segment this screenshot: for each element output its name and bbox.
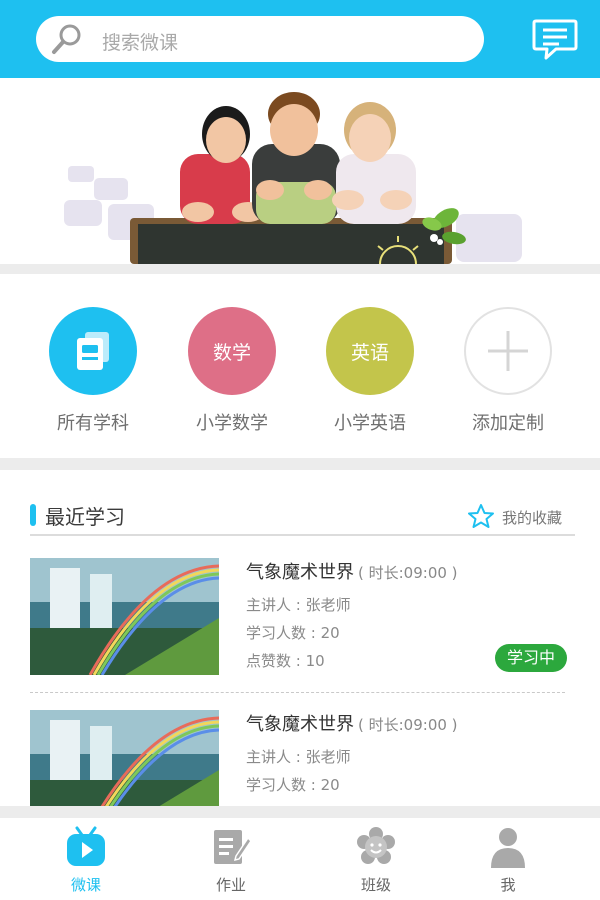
item-divider: [30, 692, 565, 693]
course-title: 气象魔术世界( 时长:09:00 ): [246, 710, 458, 736]
course-thumbnail: [30, 558, 219, 675]
category-label: 所有学科: [57, 413, 129, 434]
tab-label: 微课: [70, 876, 101, 894]
search-placeholder[interactable]: 搜索微课: [102, 28, 178, 55]
category-primary-english[interactable]: 英语 小学英语: [315, 307, 425, 435]
course-duration: ( 时长:09:00 ): [358, 716, 458, 734]
search-icon: [52, 24, 81, 54]
status-badge: 学习中: [495, 644, 567, 672]
course-learners: 学习人数 : 20: [246, 624, 340, 642]
user-icon: [491, 828, 525, 868]
course-teacher: 主讲人 : 张老师: [246, 596, 351, 614]
section-accent-bar: [30, 504, 36, 526]
star-icon: [468, 504, 494, 528]
course-item[interactable]: 气象魔术世界( 时长:09:00 ) 主讲人 : 张老师 学习人数 : 20: [30, 710, 575, 806]
course-item[interactable]: 气象魔术世界( 时长:09:00 ) 主讲人 : 张老师 学习人数 : 20 点…: [30, 558, 575, 678]
kids-banner-image: [64, 92, 522, 264]
category-all-circle: [49, 307, 137, 395]
category-all-subjects[interactable]: 所有学科: [38, 307, 148, 435]
category-add-custom[interactable]: 添加定制: [453, 307, 563, 435]
favorites-label: 我的收藏: [502, 509, 563, 527]
plus-icon: [488, 331, 528, 371]
course-likes: 点赞数 : 10: [246, 652, 325, 670]
course-learners: 学习人数 : 20: [246, 776, 340, 794]
tv-play-icon: [67, 826, 105, 866]
course-duration: ( 时长:09:00 ): [358, 564, 458, 582]
tab-class[interactable]: 班级: [301, 818, 451, 900]
message-icon[interactable]: [532, 18, 578, 60]
recent-learning-section: 最近学习 我的收藏 气象魔术世界( 时长:09:00 ) 主讲人 : 张老师 学: [0, 470, 600, 806]
book-icon: [77, 332, 109, 370]
top-bar: 搜索微课: [0, 0, 600, 78]
course-title-text: 气象魔术世界: [246, 714, 354, 735]
category-math-circle: 数学: [188, 307, 276, 395]
category-add-circle: [464, 307, 552, 395]
category-english-circle: 英语: [326, 307, 414, 395]
tab-label: 班级: [360, 876, 391, 894]
search-bar[interactable]: 搜索微课: [36, 16, 484, 62]
category-label: 添加定制: [472, 413, 544, 434]
course-title-text: 气象魔术世界: [246, 562, 354, 583]
course-thumbnail: [30, 710, 219, 806]
section-divider: [30, 534, 575, 536]
tab-homework[interactable]: 作业: [156, 818, 306, 900]
promo-banner[interactable]: [0, 78, 600, 264]
bottom-tab-bar: 微课 作业 班级 我: [0, 818, 600, 900]
homework-icon: [214, 830, 252, 864]
course-title: 气象魔术世界( 时长:09:00 ): [246, 558, 458, 584]
subject-categories: 所有学科 数学 小学数学 英语 小学英语 添加定制: [0, 274, 600, 458]
category-label: 小学数学: [196, 413, 268, 434]
tab-me[interactable]: 我: [433, 818, 583, 900]
class-flower-icon: [357, 827, 395, 864]
tab-micro-course[interactable]: 微课: [11, 818, 161, 900]
tab-label: 我: [500, 876, 516, 894]
section-title: 最近学习: [45, 505, 125, 529]
tab-label: 作业: [215, 876, 246, 894]
category-label: 小学英语: [334, 413, 406, 434]
category-primary-math[interactable]: 数学 小学数学: [177, 307, 287, 435]
course-teacher: 主讲人 : 张老师: [246, 748, 351, 766]
